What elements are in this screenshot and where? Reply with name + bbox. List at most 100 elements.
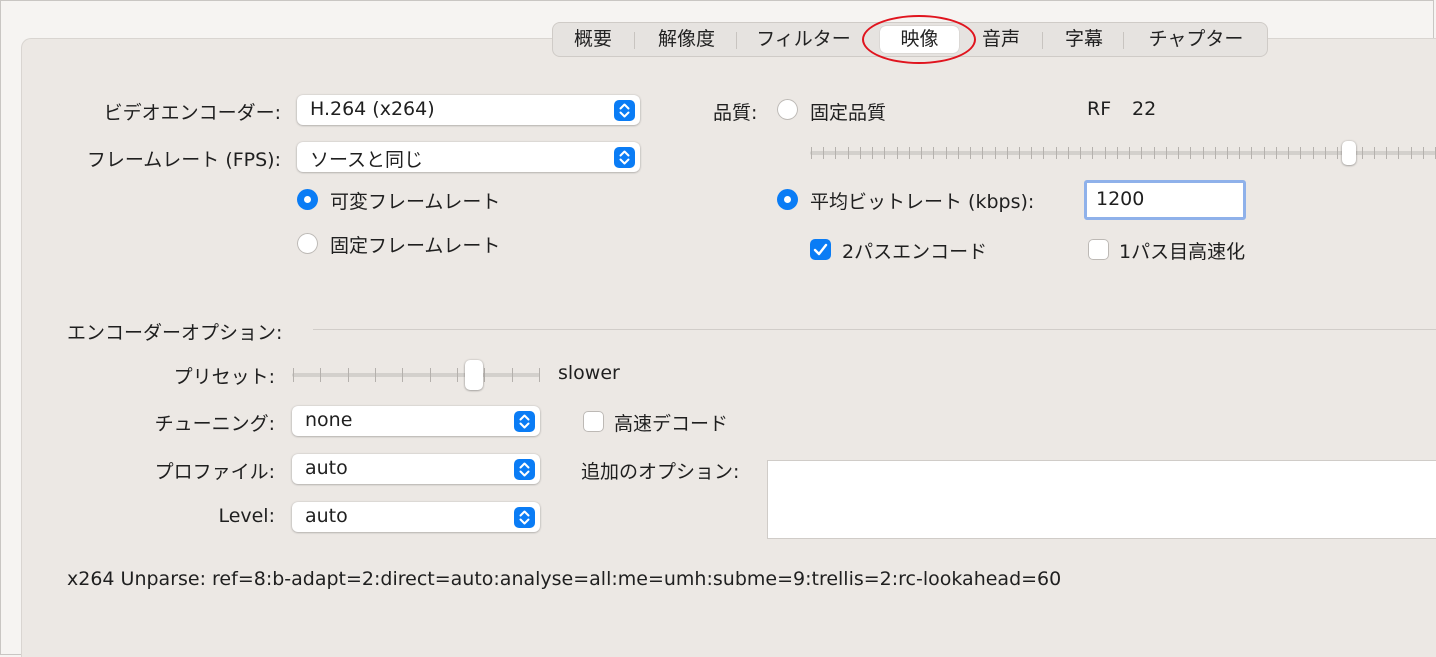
slider-tick: [1239, 147, 1241, 159]
slider-tick: [1214, 147, 1216, 159]
rf-slider[interactable]: [810, 140, 1436, 166]
rf-label: RF: [1087, 98, 1112, 120]
chevron-updown-icon: [514, 459, 535, 480]
variable-framerate-radio[interactable]: [297, 189, 318, 210]
tab-summary[interactable]: 概要: [561, 26, 625, 53]
framerate-label: フレームレート (FPS):: [86, 149, 281, 171]
tab-subtitles[interactable]: 字幕: [1050, 26, 1118, 53]
avg-bitrate-input[interactable]: 1200: [1084, 180, 1246, 220]
slider-tick: [921, 147, 923, 159]
slider-tick: [1227, 147, 1228, 159]
encoder-options-section-label: エンコーダーオプション:: [67, 322, 283, 344]
slider-tick: [511, 368, 513, 382]
slider-tick: [539, 368, 540, 382]
quality-label: 品質:: [713, 102, 758, 124]
slider-tick: [1312, 147, 1314, 159]
slider-tick: [457, 368, 458, 382]
tab-separator: [1123, 32, 1124, 49]
slider-tick: [1080, 147, 1082, 159]
tab-dimensions[interactable]: 解像度: [645, 26, 728, 53]
constant-quality-label: 固定品質: [810, 102, 887, 124]
slider-track: [292, 373, 540, 377]
chevron-updown-icon: [514, 411, 535, 432]
content-panel: [21, 38, 1436, 657]
tune-popup[interactable]: none: [292, 406, 540, 436]
slider-tick: [1361, 147, 1363, 159]
turbo-first-pass-checkbox[interactable]: [1088, 239, 1109, 260]
constant-framerate-radio[interactable]: [297, 233, 318, 254]
section-divider: [313, 329, 1436, 330]
rf-value: 22: [1132, 98, 1157, 120]
slider-tick: [859, 147, 861, 159]
slider-tick: [1055, 147, 1057, 159]
framerate-value: ソースと同じ: [310, 149, 424, 171]
chevron-updown-icon: [614, 100, 635, 121]
slider-tick: [347, 368, 349, 382]
slider-tick: [429, 368, 431, 382]
slider-tick: [1263, 147, 1265, 159]
tab-separator: [1042, 32, 1043, 49]
slider-tick: [945, 147, 947, 159]
slider-tick: [375, 368, 376, 382]
tab-audio[interactable]: 音声: [969, 26, 1033, 53]
profile-popup[interactable]: auto: [292, 454, 540, 484]
checkmark-icon: [813, 243, 828, 256]
profile-label: プロファイル:: [154, 461, 275, 483]
slider-tick: [1165, 147, 1167, 159]
tab-filters[interactable]: フィルター: [746, 26, 861, 53]
slider-tick: [1019, 147, 1020, 159]
slider-tick: [811, 147, 812, 159]
fast-decode-checkbox[interactable]: [583, 411, 604, 432]
slider-tick: [402, 368, 404, 382]
slider-tick: [1031, 147, 1033, 159]
constant-framerate-label: 固定フレームレート: [330, 235, 501, 257]
slider-tick: [835, 147, 837, 159]
variable-framerate-label: 可変フレームレート: [330, 191, 501, 213]
avg-bitrate-radio[interactable]: [777, 189, 798, 210]
slider-tick: [1373, 147, 1375, 159]
slider-tick: [1178, 147, 1180, 159]
slider-tick: [908, 147, 910, 159]
slider-tick: [1324, 147, 1326, 159]
highlight-annotation: [862, 15, 976, 64]
slider-tick: [1337, 147, 1339, 159]
two-pass-checkbox[interactable]: [810, 239, 831, 260]
tab-chapters[interactable]: チャプター: [1133, 26, 1259, 53]
framerate-popup[interactable]: ソースと同じ: [297, 142, 640, 172]
slider-tick: [1116, 147, 1118, 159]
tab-separator: [736, 32, 737, 49]
level-popup[interactable]: auto: [292, 502, 540, 532]
slider-tick: [1006, 147, 1008, 159]
slider-knob[interactable]: [1342, 141, 1357, 165]
preset-label: プリセット:: [173, 366, 275, 388]
preset-slider[interactable]: [292, 360, 540, 390]
slider-tick: [1067, 147, 1069, 159]
slider-tick: [1129, 147, 1131, 159]
slider-tick: [1190, 147, 1192, 159]
slider-knob[interactable]: [464, 360, 483, 390]
slider-tick: [957, 147, 959, 159]
slider-tick: [320, 368, 322, 382]
slider-tick: [293, 368, 294, 382]
slider-tick: [994, 147, 996, 159]
slider-tick: [1288, 147, 1290, 159]
slider-tick: [1043, 147, 1045, 159]
tab-separator: [634, 32, 635, 49]
level-value: auto: [305, 505, 348, 527]
x264-unparse-text: x264 Unparse: ref=8:b-adapt=2:direct=aut…: [67, 568, 1062, 590]
chevron-updown-icon: [514, 507, 535, 528]
slider-tick: [872, 147, 874, 159]
slider-tick: [1153, 147, 1155, 159]
slider-tick: [1422, 147, 1424, 159]
extra-options-label: 追加のオプション:: [581, 461, 740, 483]
constant-quality-radio[interactable]: [777, 99, 798, 120]
slider-tick: [1141, 147, 1143, 159]
slider-tick: [484, 368, 486, 382]
video-encoder-popup[interactable]: H.264 (x264): [297, 95, 640, 125]
extra-options-input[interactable]: [767, 460, 1436, 539]
slider-tick: [1275, 147, 1277, 159]
slider-tick: [1104, 147, 1106, 159]
turbo-first-pass-label: 1パス目高速化: [1119, 241, 1246, 263]
profile-value: auto: [305, 457, 348, 479]
avg-bitrate-value: 1200: [1096, 188, 1145, 210]
